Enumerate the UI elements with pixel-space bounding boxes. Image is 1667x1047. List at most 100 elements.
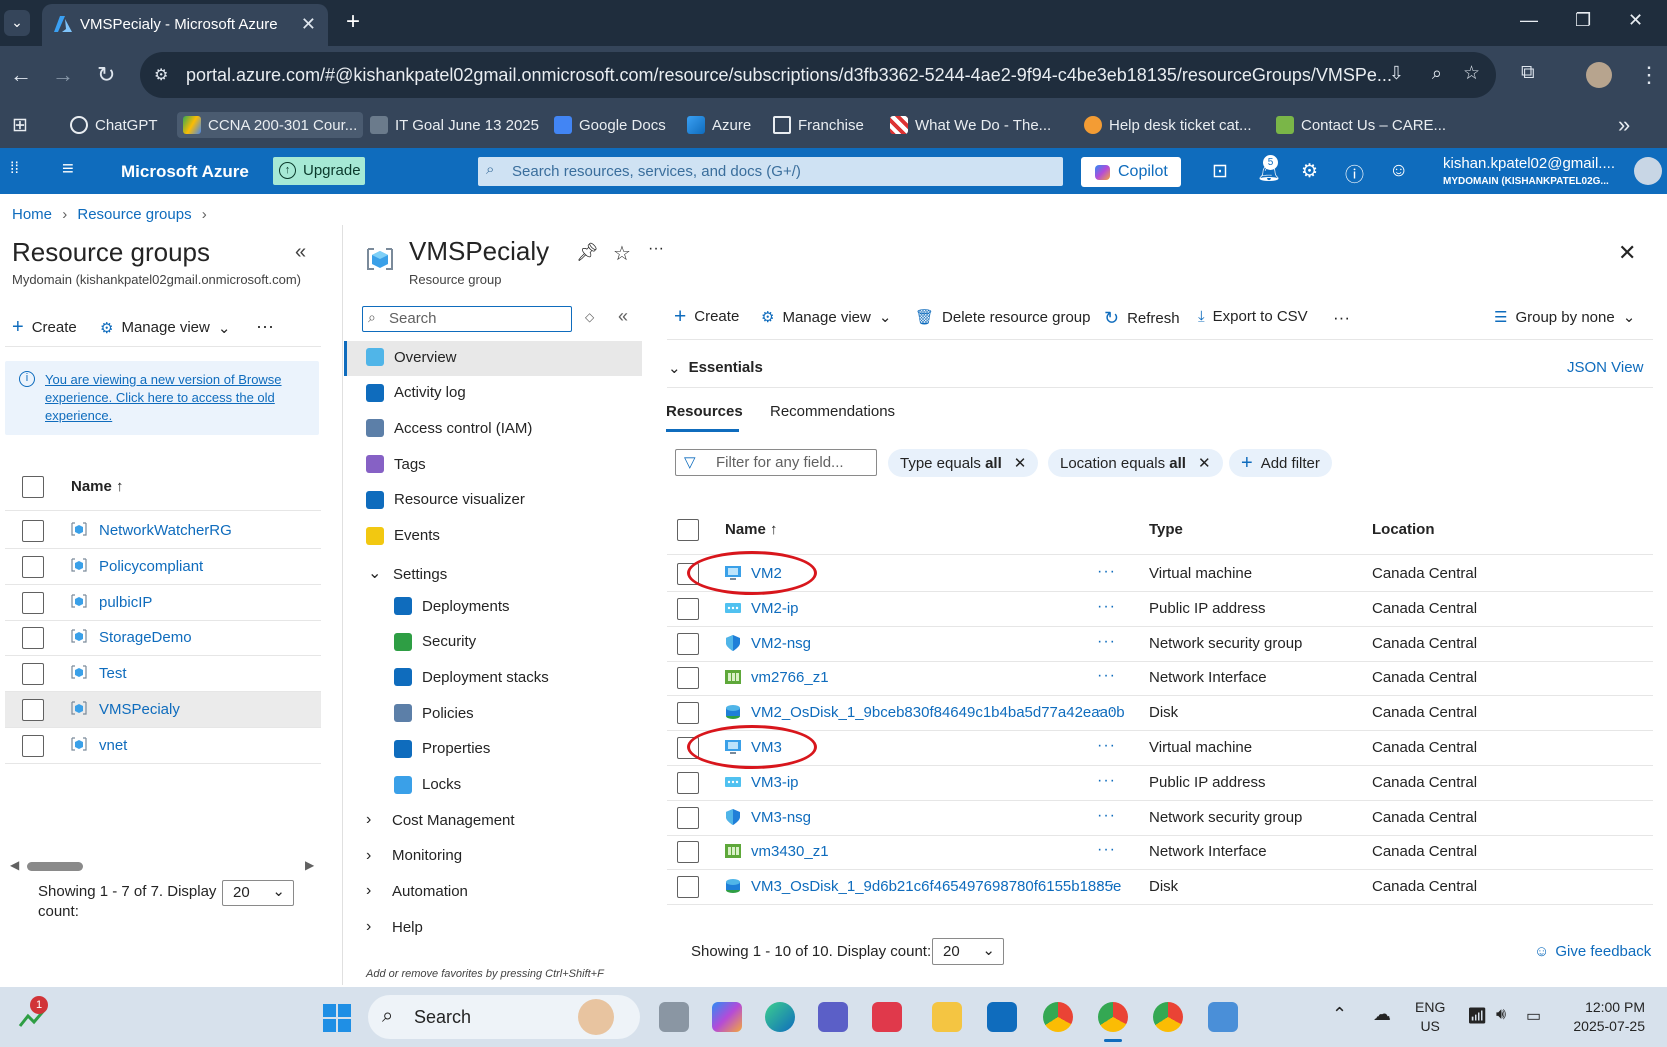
more-commands-icon[interactable]: ··· [1333, 308, 1350, 328]
menu-item-resource-visualizer[interactable]: Resource visualizer [366, 490, 525, 509]
row-checkbox[interactable] [22, 699, 44, 721]
browser-tab-active[interactable]: VMSPecialy - Microsoft Azure ✕ [42, 4, 328, 46]
resource-name-link[interactable]: vm2766_z1 [751, 669, 829, 686]
teams-icon[interactable] [818, 1002, 848, 1032]
row-checkbox[interactable] [677, 597, 699, 620]
collapse-left-icon[interactable]: « [295, 241, 306, 264]
name-column-header[interactable]: Name ↑ [725, 521, 778, 538]
table-row[interactable]: VM2-nsg ··· Network security group Canada C… [667, 625, 1653, 662]
sort-icon[interactable]: ◇ [585, 310, 594, 324]
menu-item-deployment-stacks[interactable]: Deployment stacks [394, 668, 549, 687]
resource-name-link[interactable]: VM2-ip [751, 600, 799, 617]
menu-item-policies[interactable]: Policies [394, 704, 474, 723]
settings-gear-icon[interactable]: ⚙ [1301, 160, 1318, 183]
bookmark-star-icon[interactable]: ☆ [1463, 62, 1480, 85]
extensions-icon[interactable]: ⧉ [1521, 62, 1535, 84]
hamburger-icon[interactable]: ≡ [62, 158, 74, 181]
help-icon[interactable]: ⓘ [1345, 160, 1364, 187]
horizontal-scrollbar[interactable] [27, 862, 83, 871]
settings-group[interactable]: Settings [393, 566, 447, 583]
row-checkbox[interactable] [22, 555, 44, 578]
row-checkbox[interactable] [22, 663, 44, 686]
chrome-icon[interactable] [1043, 1002, 1073, 1032]
table-row[interactable]: VM2_OsDisk_1_9bceb830f84649c1b4ba5d77a42… [667, 694, 1653, 732]
resource-group-link[interactable]: NetworkWatcherRG [99, 522, 232, 539]
left-display-count-select[interactable]: 20 ⌄ [222, 880, 294, 906]
tab-list-button[interactable]: ⌄ [4, 10, 30, 36]
table-row[interactable]: vm2766_z1 ··· Network Interface Canada Cent… [667, 659, 1653, 697]
row-checkbox[interactable] [677, 632, 699, 655]
menu-item-properties[interactable]: Properties [394, 739, 490, 758]
create-button[interactable]: + Create [674, 306, 739, 327]
global-search-input[interactable]: ⌕ Search resources, services, and docs (… [478, 157, 1063, 186]
scroll-right-arrow[interactable]: ▶ [305, 858, 314, 872]
upgrade-button[interactable]: ↑ Upgrade [273, 157, 365, 185]
feedback-icon[interactable]: ☺ [1389, 160, 1408, 182]
table-row[interactable]: VM3-nsg ··· Network security group Canada C… [667, 799, 1653, 836]
tab-close-icon[interactable]: ✕ [301, 14, 316, 35]
export-csv-button[interactable]: ⤓ Export to CSV [1198, 308, 1308, 325]
breadcrumb-home[interactable]: Home [12, 206, 52, 223]
minimize-icon[interactable]: — [1520, 10, 1538, 31]
resource-group-link[interactable]: vnet [99, 737, 127, 754]
resource-group-link[interactable]: VMSPecialy [99, 701, 180, 718]
row-more-icon[interactable]: ··· [1097, 702, 1116, 720]
tab-recommendations[interactable]: Recommendations [770, 403, 895, 420]
copilot-app-icon[interactable] [712, 1002, 742, 1032]
resource-group-row[interactable]: Test [5, 656, 321, 693]
chrome-active-icon[interactable] [1098, 1002, 1128, 1032]
wifi-icon[interactable]: 📶︎ [1467, 1006, 1487, 1026]
row-more-icon[interactable]: ··· [1097, 633, 1116, 651]
remote-desktop-icon[interactable] [1208, 1002, 1238, 1032]
more-bookmarks-icon[interactable]: » [1618, 112, 1630, 138]
window-close-icon[interactable]: ✕ [1628, 10, 1643, 31]
menu-item-deployments[interactable]: Deployments [394, 597, 510, 615]
weather-icon[interactable]: ☁ [1373, 1004, 1391, 1025]
delete-resource-group-button[interactable]: 🗑︎ Delete resource group [915, 308, 1090, 327]
table-row[interactable]: VM3 ··· Virtual machine Canada Central [667, 725, 1653, 769]
row-more-icon[interactable]: ··· [1097, 772, 1116, 790]
windows-start-icon[interactable] [322, 1003, 352, 1033]
table-row[interactable]: VM2 ··· Virtual machine Canada Central [667, 551, 1653, 595]
left-create-button[interactable]: + Create [12, 317, 77, 337]
menu-item-security[interactable]: Security [394, 632, 476, 651]
more-options-icon[interactable]: ··· [648, 240, 664, 258]
resource-group-row[interactable]: StorageDemo [5, 620, 321, 657]
menu-item-activity-log[interactable]: Activity log [366, 383, 466, 402]
select-all-checkbox[interactable] [22, 476, 44, 498]
bookmark-ccna[interactable]: CCNA 200-301 Cour... [177, 112, 364, 138]
menu-item-overview[interactable]: Overview [366, 348, 457, 366]
cloud-shell-icon[interactable]: ⊡ [1212, 160, 1228, 183]
language-indicator[interactable]: ENG US [1415, 998, 1445, 1036]
scroll-left-arrow[interactable]: ◀ [10, 858, 19, 872]
close-blade-icon[interactable]: ✕ [1618, 240, 1636, 266]
refresh-button[interactable]: ↻ Refresh [1104, 308, 1180, 329]
restore-icon[interactable]: ❐ [1575, 10, 1591, 31]
show-hidden-icons[interactable]: ⌃ [1332, 1004, 1347, 1025]
remove-filter-icon[interactable]: ✕ [1014, 454, 1027, 472]
menu-group-monitoring[interactable]: › Monitoring [366, 847, 462, 865]
breadcrumb-resource-groups[interactable]: Resource groups [77, 206, 191, 223]
select-all-resources-checkbox[interactable] [677, 519, 699, 541]
filter-input[interactable]: ▽ Filter for any field... [675, 449, 877, 476]
profile-avatar[interactable] [1586, 62, 1612, 88]
group-by-button[interactable]: ☰ Group by none ⌄ [1494, 308, 1635, 327]
location-column-header[interactable]: Location [1372, 521, 1435, 538]
row-checkbox[interactable] [22, 520, 44, 542]
resource-group-row[interactable]: pulbicIP [5, 585, 321, 621]
collapse-menu-icon[interactable]: « [618, 306, 628, 327]
resource-name-link[interactable]: vm3430_z1 [751, 843, 829, 860]
menu-search-input[interactable]: ⌕ Search [362, 306, 572, 332]
row-more-icon[interactable]: ··· [1097, 737, 1116, 755]
row-more-icon[interactable]: ··· [1097, 876, 1116, 894]
resource-group-link[interactable]: Policycompliant [99, 558, 203, 575]
menu-item-locks[interactable]: Locks [394, 775, 461, 794]
resource-group-link[interactable]: pulbicIP [99, 594, 152, 611]
old-experience-link[interactable]: You are viewing a new version of Browse … [45, 371, 305, 425]
resource-group-link[interactable]: StorageDemo [99, 629, 192, 646]
resource-group-row[interactable]: VMSPecialy [5, 692, 321, 728]
add-filter-button[interactable]: + Add filter [1229, 449, 1332, 477]
menu-group-automation[interactable]: › Automation [366, 882, 468, 900]
account-email[interactable]: kishan.kpatel02@gmail.... [1443, 155, 1615, 172]
clock[interactable]: 12:00 PM 2025-07-25 [1565, 998, 1645, 1036]
